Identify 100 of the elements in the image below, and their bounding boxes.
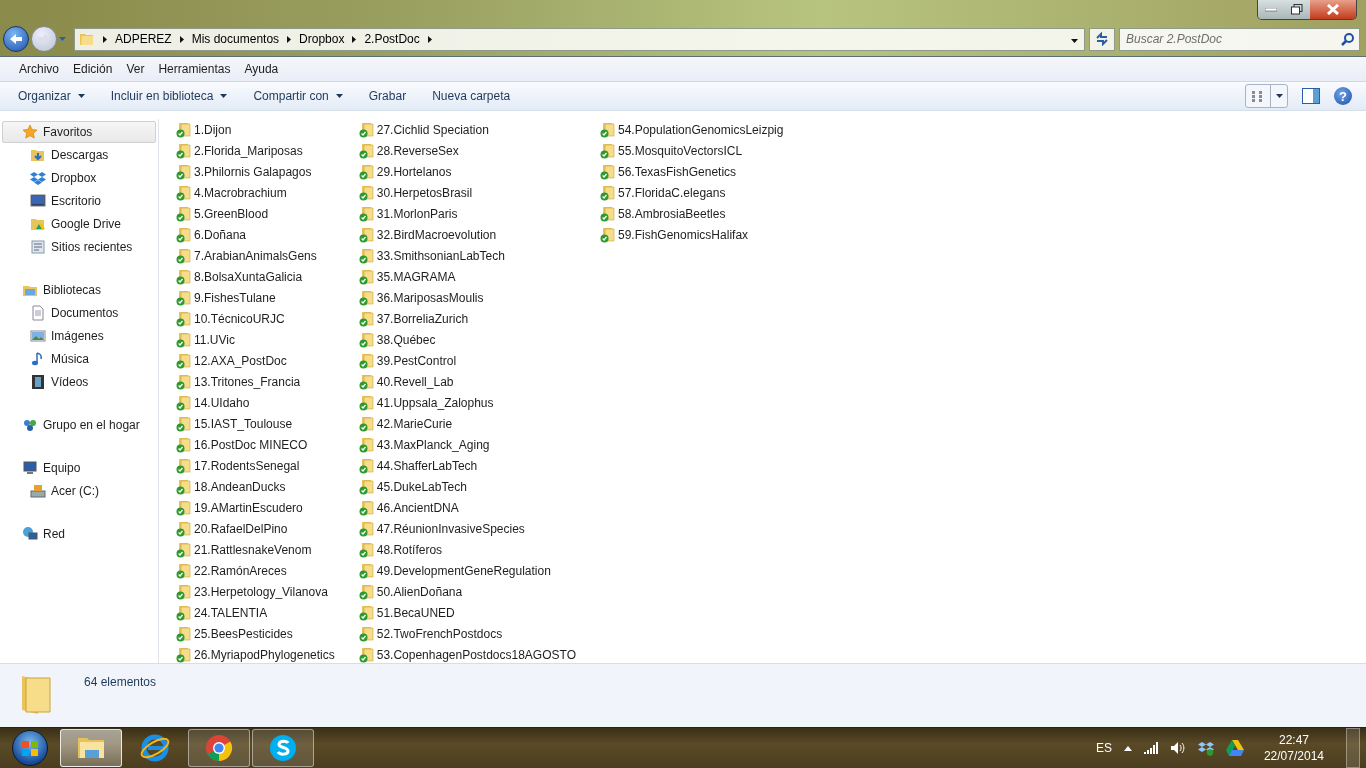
taskbar-app[interactable] [188, 729, 250, 767]
clock[interactable]: 22:47 22/07/2014 [1263, 732, 1324, 764]
speaker-icon[interactable] [1169, 741, 1186, 755]
nav-item[interactable]: Música [2, 348, 156, 370]
folder-name[interactable]: 30.HerpetosBrasil [376, 185, 473, 200]
folder-name[interactable]: 49.DevelopmentGeneRegulation [376, 563, 551, 578]
folder-name[interactable]: 2.Florida_Mariposas [194, 143, 303, 158]
folder-name[interactable]: 29.Hortelanos [376, 164, 452, 179]
toolbar-button[interactable]: Organizar [10, 86, 93, 106]
folder-name[interactable]: 10.TécnicoURJC [194, 311, 285, 326]
folder-name[interactable]: 26.MyriapodPhylogenetics [194, 647, 335, 662]
folder-name[interactable]: 39.PestControl [376, 353, 457, 368]
nav-item[interactable]: Favoritos [2, 121, 156, 143]
preview-pane-icon[interactable] [1302, 88, 1320, 104]
breadcrumb[interactable]: ADPEREZ [115, 32, 172, 46]
close-button[interactable] [1310, 0, 1356, 19]
folder-name[interactable]: 14.UIdaho [194, 395, 250, 410]
nav-item[interactable]: Imágenes [2, 325, 156, 347]
folder-name[interactable]: 52.TwoFrenchPostdocs [376, 626, 503, 641]
menu-item[interactable]: Ver [119, 60, 152, 78]
menu-item[interactable]: Ayuda [237, 60, 286, 78]
nav-item[interactable]: Acer (C:) [2, 480, 156, 502]
breadcrumb[interactable]: Dropbox [299, 32, 345, 46]
folder-name[interactable]: 40.Revell_Lab [376, 374, 454, 389]
folder-name[interactable]: 8.BolsaXuntaGalicia [194, 269, 303, 284]
folder-name[interactable]: 57.FloridaC.elegans [618, 185, 726, 200]
folder-name[interactable]: 36.MariposasMoulis [376, 290, 484, 305]
folder-name[interactable]: 18.AndeanDucks [194, 479, 286, 494]
taskbar-app[interactable] [252, 729, 314, 767]
show-hidden-icons-icon[interactable] [1123, 745, 1132, 751]
folder-name[interactable]: 55.MosquitoVectorsICL [618, 143, 743, 158]
folder-name[interactable]: 7.ArabianAnimalsGens [194, 248, 317, 263]
folder-name[interactable]: 48.Rotíferos [376, 542, 443, 557]
nav-item[interactable]: Sitios recientes [2, 236, 156, 258]
folder-name[interactable]: 31.MorlonParis [376, 206, 458, 221]
folder-name[interactable]: 38.Québec [376, 332, 436, 347]
nav-item[interactable]: Google Drive [2, 213, 156, 235]
menu-item[interactable]: Herramientas [151, 60, 238, 78]
folder-name[interactable]: 20.RafaelDelPino [194, 521, 288, 536]
folder-name[interactable]: 32.BirdMacroevolution [376, 227, 497, 242]
nav-item[interactable]: Dropbox [2, 167, 156, 189]
folder-name[interactable]: 50.AlienDoñana [376, 584, 463, 599]
nav-item[interactable]: Grupo en el hogar [2, 414, 156, 436]
folder-name[interactable]: 25.BeesPesticides [194, 626, 293, 641]
folder-name[interactable]: 33.SmithsonianLabTech [376, 248, 505, 263]
folder-name[interactable]: 41.Uppsala_Zalophus [376, 395, 494, 410]
view-options-button[interactable] [1245, 84, 1288, 108]
address-bar[interactable]: ADPEREZ Mis documentos Dropbox 2.PostDoc [74, 27, 1085, 51]
folder-name[interactable]: 54.PopulationGenomicsLeizpig [618, 122, 784, 137]
folder-name[interactable]: 44.ShafferLabTech [376, 458, 478, 473]
refresh-button[interactable] [1089, 27, 1115, 51]
taskbar-app[interactable] [60, 729, 122, 767]
folder-name[interactable]: 22.RamónAreces [194, 563, 287, 578]
folder-name[interactable]: 27.Cichlid Speciation [376, 122, 489, 137]
folder-name[interactable]: 58.AmbrosiaBeetles [618, 206, 726, 221]
toolbar-button[interactable]: Grabar [360, 86, 415, 106]
folder-name[interactable]: 53.CopenhagenPostdocs18AGOSTO [376, 647, 576, 662]
folder-name[interactable]: 47.RéunionInvasiveSpecies [376, 521, 525, 536]
back-button[interactable] [3, 26, 29, 52]
folder-name[interactable]: 35.MAGRAMA [376, 269, 456, 284]
folder-name[interactable]: 42.MarieCurie [376, 416, 453, 431]
breadcrumb[interactable]: Mis documentos [191, 32, 280, 46]
folder-name[interactable]: 28.ReverseSex [376, 143, 459, 158]
folder-name[interactable]: 19.AMartinEscudero [194, 500, 303, 515]
folder-name[interactable]: 15.IAST_Toulouse [194, 416, 293, 431]
box-icon[interactable] [1197, 740, 1214, 756]
start-button[interactable] [12, 730, 48, 766]
folder-name[interactable]: 21.RattlesnakeVenom [194, 542, 312, 557]
folder-name[interactable]: 1.Dijon [194, 122, 232, 137]
folder-name[interactable]: 11.UVic [194, 332, 235, 347]
folder-name[interactable]: 5.GreenBlood [194, 206, 269, 221]
breadcrumb[interactable]: 2.PostDoc [364, 32, 420, 46]
folder-name[interactable]: 37.BorreliaZurich [376, 311, 469, 326]
folder-name[interactable]: 23.Herpetology_Vilanova [194, 584, 328, 599]
folder-name[interactable]: 51.BecaUNED [376, 605, 455, 620]
show-desktop-button[interactable] [1346, 728, 1360, 768]
folder-name[interactable]: 9.FishesTulane [194, 290, 276, 305]
folder-name[interactable]: 6.Doñana [194, 227, 247, 242]
toolbar-button[interactable]: Incluir en biblioteca [102, 86, 236, 106]
nav-item[interactable]: Vídeos [2, 371, 156, 393]
folder-name[interactable]: 12.AXA_PostDoc [194, 353, 287, 368]
toolbar-button[interactable]: Nueva carpeta [424, 86, 519, 106]
folder-name[interactable]: 3.Philornis Galapagos [194, 164, 312, 179]
toolbar-button[interactable]: Compartir con [245, 86, 351, 106]
folder-name[interactable]: 46.AncientDNA [376, 500, 459, 515]
folder-name[interactable]: 43.MaxPlanck_Aging [376, 437, 490, 452]
search-field[interactable]: Buscar 2.PostDoc [1119, 27, 1360, 51]
folder-name[interactable]: 24.TALENTIA [194, 605, 268, 620]
folder-name[interactable]: 13.Tritones_Francia [194, 374, 301, 389]
folder-name[interactable]: 17.RodentsSenegal [194, 458, 300, 473]
menu-item[interactable]: Edición [66, 60, 120, 78]
maximize-button[interactable] [1284, 0, 1310, 19]
nav-item[interactable]: Documentos [2, 302, 156, 324]
folder-name[interactable]: 16.PostDoc MINECO [194, 437, 308, 452]
signal-icon[interactable] [1143, 742, 1158, 754]
nav-item[interactable]: Descargas [2, 144, 156, 166]
menu-item[interactable]: Archivo [12, 60, 66, 78]
nav-item[interactable]: Equipo [2, 457, 156, 479]
folder-name[interactable]: 56.TexasFishGenetics [618, 164, 737, 179]
nav-item[interactable]: Red [2, 523, 156, 545]
